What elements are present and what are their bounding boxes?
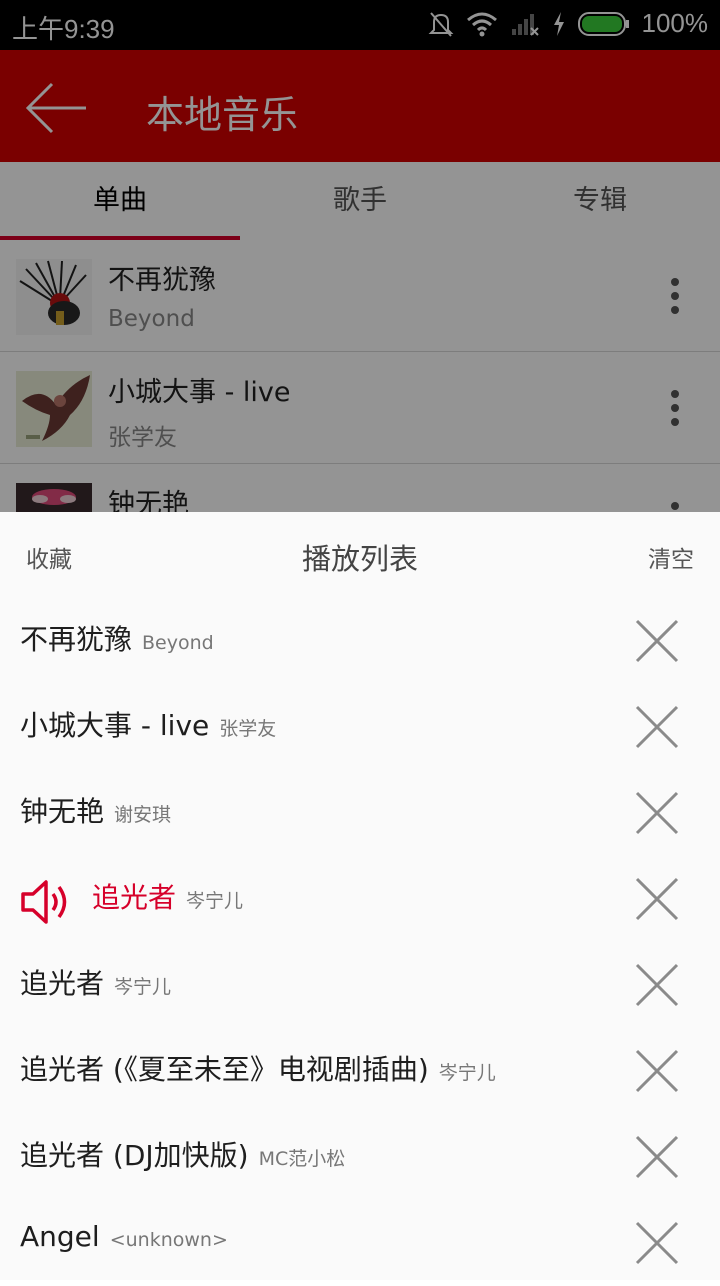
remove-icon[interactable]: [634, 618, 680, 664]
playlist-item-title: Angel: [20, 1220, 100, 1253]
remove-icon[interactable]: [634, 790, 680, 836]
playlist-item-title: 小城大事 - live: [20, 709, 210, 742]
playlist-item-artist: 岑宁儿: [114, 976, 172, 998]
speaker-playing-icon: [21, 880, 67, 924]
playlist-item-title: 追光者 (DJ加快版): [20, 1139, 249, 1172]
playlist-sheet: 收藏 播放列表 清空 不再犹豫 Beyond 小城大事 - live 张学友 钟无艳…: [0, 512, 720, 1280]
playlist-item-title: 不再犹豫: [20, 623, 133, 656]
playlist-item[interactable]: 钟无艳 谢安琪: [0, 770, 720, 856]
remove-icon[interactable]: [634, 1220, 680, 1266]
playlist-item[interactable]: 追光者 (《夏至未至》电视剧插曲) 岑宁儿: [0, 1028, 720, 1114]
playlist-item-artist: <unknown>: [109, 1229, 228, 1251]
playlist-item-artist: 张学友: [219, 718, 277, 740]
playlist-item[interactable]: 不再犹豫 Beyond: [0, 598, 720, 684]
playlist-item-title: 追光者: [20, 967, 105, 1000]
playlist-item-artist: 岑宁儿: [186, 890, 244, 912]
playlist-item-now-playing[interactable]: 追光者 岑宁儿: [0, 856, 720, 942]
remove-icon[interactable]: [634, 1134, 680, 1180]
playlist-item-title: 钟无艳: [20, 795, 105, 828]
remove-icon[interactable]: [634, 704, 680, 750]
playlist-item-artist: MC范小松: [258, 1148, 346, 1170]
playlist-item[interactable]: 追光者 岑宁儿: [0, 942, 720, 1028]
remove-icon[interactable]: [634, 1048, 680, 1094]
playlist-item[interactable]: Angel <unknown>: [0, 1200, 720, 1286]
playlist-header: 收藏 播放列表 清空: [0, 512, 720, 598]
remove-icon[interactable]: [634, 876, 680, 922]
remove-icon[interactable]: [634, 962, 680, 1008]
playlist-item-artist: 岑宁儿: [438, 1062, 496, 1084]
playlist-item-artist: Beyond: [142, 632, 214, 654]
playlist-item[interactable]: 小城大事 - live 张学友: [0, 684, 720, 770]
playlist-item-title: 追光者 (《夏至未至》电视剧插曲): [20, 1053, 429, 1086]
playlist-title: 播放列表: [301, 542, 418, 576]
playlist-item[interactable]: 追光者 (DJ加快版) MC范小松: [0, 1114, 720, 1200]
playlist-item-artist: 谢安琪: [114, 804, 172, 826]
clear-button[interactable]: 清空: [648, 540, 694, 574]
dim-overlay[interactable]: [0, 0, 720, 512]
playlist-item-title: 追光者: [92, 881, 177, 914]
